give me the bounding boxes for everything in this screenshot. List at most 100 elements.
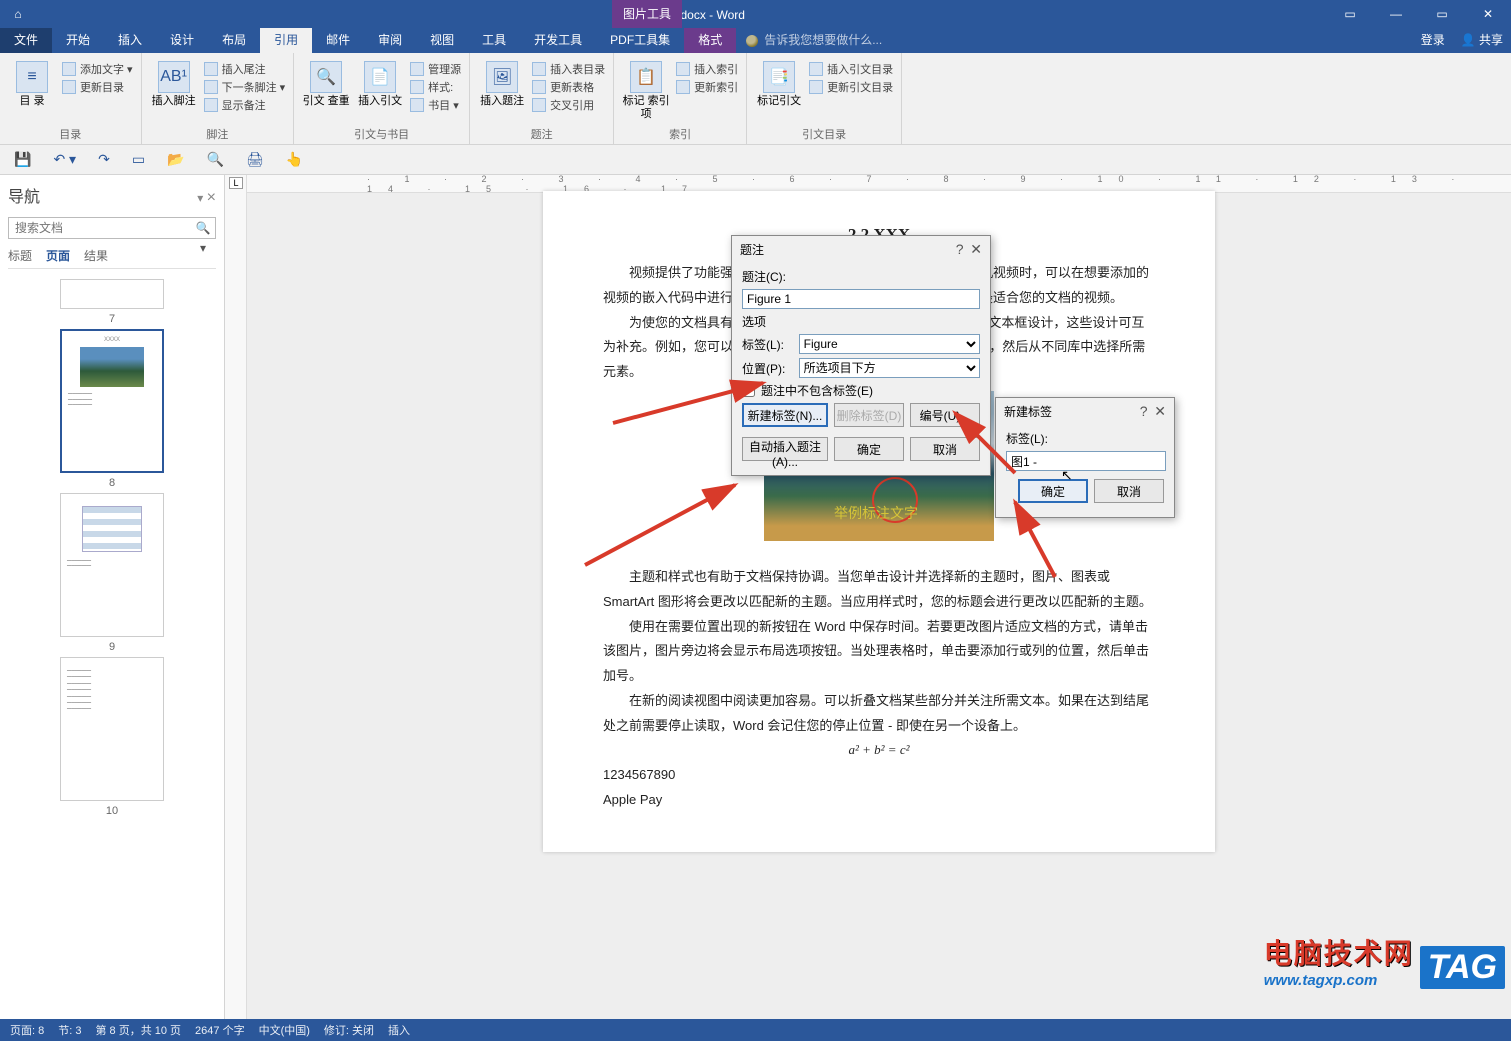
share-button[interactable]: 👤 共享 [1461, 28, 1503, 53]
status-insert[interactable]: 插入 [388, 1022, 410, 1038]
label-select[interactable]: Figure [799, 334, 980, 354]
watermark-tag: TAG [1420, 946, 1505, 989]
tab-format[interactable]: 格式 [684, 28, 736, 53]
touch-mode-icon[interactable]: 👆 [286, 151, 303, 168]
status-bar: 页面: 8 节: 3 第 8 页，共 10 页 2647 个字 中文(中国) 修… [0, 1019, 1511, 1041]
status-section[interactable]: 节: 3 [58, 1022, 81, 1038]
document-area: L · 1 · 2 · 3 · 4 · 5 · 6 · 7 · 8 · 9 · … [225, 175, 1511, 1019]
tab-home[interactable]: 开始 [52, 28, 104, 53]
vertical-ruler[interactable]: L [225, 175, 247, 1019]
tab-view[interactable]: 视图 [416, 28, 468, 53]
redo-icon[interactable]: ↷ [98, 151, 110, 168]
cancel-button[interactable]: 取消 [910, 437, 980, 461]
undo-icon[interactable]: ↶ ▾ [53, 151, 76, 168]
exclude-checkbox[interactable] [742, 384, 755, 397]
tab-references[interactable]: 引用 [260, 28, 312, 53]
help-icon[interactable]: ? [1140, 403, 1148, 419]
status-words[interactable]: 2647 个字 [195, 1022, 245, 1038]
mark-entry-button[interactable]: 📋标记 索引项 [622, 57, 670, 121]
status-pages[interactable]: 第 8 页，共 10 页 [95, 1022, 181, 1038]
save-icon[interactable]: 💾 [14, 151, 31, 168]
nav-close-icon[interactable]: × [207, 189, 216, 206]
restore-button[interactable]: ▭ [1419, 0, 1465, 28]
page-thumb[interactable] [60, 279, 164, 309]
auto-caption-button[interactable]: 自动插入题注(A)... [742, 437, 828, 461]
update-toa-button[interactable]: 更新引文目录 [809, 79, 893, 95]
close-button[interactable]: ✕ [1465, 0, 1511, 28]
doc-paragraph: 在新的阅读视图中阅读更加容易。可以折叠文档某些部分并关注所需文本。如果在达到结尾… [603, 689, 1155, 738]
nav-tab-results[interactable]: 结果 [84, 247, 108, 264]
open-icon[interactable]: 📂 [167, 151, 184, 168]
update-index-button[interactable]: 更新索引 [676, 79, 738, 95]
nav-search[interactable]: 🔍 ▾ [8, 217, 216, 239]
caption-input[interactable] [742, 289, 980, 309]
status-language[interactable]: 中文(中国) [259, 1022, 310, 1038]
new-label-button[interactable]: 新建标签(N)... [742, 403, 828, 427]
insert-toa-button[interactable]: 插入引文目录 [809, 61, 893, 77]
print-icon[interactable]: 🖨 [246, 151, 264, 168]
nav-tab-headings[interactable]: 标题 [8, 247, 32, 264]
tab-design[interactable]: 设计 [156, 28, 208, 53]
page-thumb[interactable]: ━━━━━━━━━━━━━━━━━━━━━━━━━━━━━━━━━━━━━━━━… [60, 657, 164, 801]
insert-endnote-button[interactable]: 插入尾注 [204, 61, 286, 77]
tab-insert[interactable]: 插入 [104, 28, 156, 53]
login-link[interactable]: 登录 [1421, 28, 1445, 53]
insert-index-button[interactable]: 插入索引 [676, 61, 738, 77]
tab-pdf[interactable]: PDF工具集 [596, 28, 684, 53]
cancel-button[interactable]: 取消 [1094, 479, 1164, 503]
ribbon-toggle-icon[interactable]: ▭ [1327, 0, 1373, 28]
update-table-button[interactable]: 更新表格 [532, 79, 605, 95]
manage-sources-button[interactable]: 管理源 [410, 61, 461, 77]
citation-check-button[interactable]: 🔍引文 查重 [302, 57, 350, 108]
tab-review[interactable]: 审阅 [364, 28, 416, 53]
help-icon[interactable]: ? [956, 241, 964, 257]
search-icon[interactable]: 🔍 ▾ [191, 218, 215, 238]
insert-footnote-button[interactable]: AB¹插入脚注 [150, 57, 198, 108]
style-select[interactable]: 样式: [410, 79, 461, 95]
mark-citation-button[interactable]: 📑标记引文 [755, 57, 803, 108]
add-text-button[interactable]: 添加文字 ▾ [62, 61, 133, 77]
similarity-icon: 🔍 [310, 61, 342, 93]
nav-tab-pages[interactable]: 页面 [46, 247, 70, 264]
position-select[interactable]: 所选项目下方 [799, 358, 980, 378]
status-page[interactable]: 页面: 8 [10, 1022, 44, 1038]
navigation-pane: 导航 ▾ × 🔍 ▾ 标题 页面 结果 7 XXXX━━━━━━━━━━━━━━… [0, 175, 225, 1019]
doc-paragraph: 使用在需要位置出现的新按钮在 Word 中保存时间。若要更改图片适应文档的方式，… [603, 615, 1155, 689]
page-thumb[interactable]: XXXX━━━━━━━━━━━━━━━━━━━━━━━━━━━━━━ [60, 329, 164, 473]
insert-citation-button[interactable]: 📄插入引文 [356, 57, 404, 108]
index-mark-icon: 📋 [630, 61, 662, 93]
group-citations-label: 引文与书目 [302, 126, 461, 144]
minimize-button[interactable]: — [1373, 0, 1419, 28]
close-icon[interactable]: ✕ [970, 241, 982, 257]
new-icon[interactable]: ▭ [132, 151, 145, 168]
cross-reference-button[interactable]: 交叉引用 [532, 97, 605, 113]
update-toc-button[interactable]: 更新目录 [62, 79, 133, 95]
page-thumb[interactable]: ━━━━━━━━━━━━━━━━━━━━ [60, 493, 164, 637]
insert-tof-button[interactable]: 插入表目录 [532, 61, 605, 77]
print-preview-icon[interactable]: 🔍 [207, 151, 224, 168]
citation-icon: 📄 [364, 61, 396, 93]
tell-me-search[interactable]: 告诉我您想要做什么... [746, 28, 882, 53]
ok-button[interactable]: 确定 [834, 437, 904, 461]
annotation-text: 举例标注文字 [834, 502, 918, 529]
tab-developer[interactable]: 开发工具 [520, 28, 596, 53]
tab-mailings[interactable]: 邮件 [312, 28, 364, 53]
next-footnote-button[interactable]: 下一条脚注 ▾ [204, 79, 286, 95]
show-notes-button[interactable]: 显示备注 [204, 97, 286, 113]
position-lbl: 位置(P): [742, 360, 793, 377]
tab-file[interactable]: 文件 [0, 28, 52, 53]
close-icon[interactable]: ✕ [1154, 403, 1166, 419]
nav-dropdown-icon[interactable]: ▾ [197, 191, 203, 205]
tab-layout[interactable]: 布局 [208, 28, 260, 53]
tab-tools[interactable]: 工具 [468, 28, 520, 53]
numbering-button[interactable]: 编号(U)... [910, 403, 980, 427]
ok-button[interactable]: 确定 [1018, 479, 1088, 503]
status-track[interactable]: 修订: 关闭 [324, 1022, 374, 1038]
new-label-input[interactable] [1006, 451, 1166, 471]
bibliography-button[interactable]: 书目 ▾ [410, 97, 461, 113]
ruler-tab-icon[interactable]: L [229, 177, 243, 189]
page-number: 8 [109, 477, 115, 489]
search-input[interactable] [9, 218, 191, 238]
toc-button[interactable]: ≡目 录 [8, 57, 56, 108]
insert-caption-button[interactable]: 🖼插入题注 [478, 57, 526, 108]
